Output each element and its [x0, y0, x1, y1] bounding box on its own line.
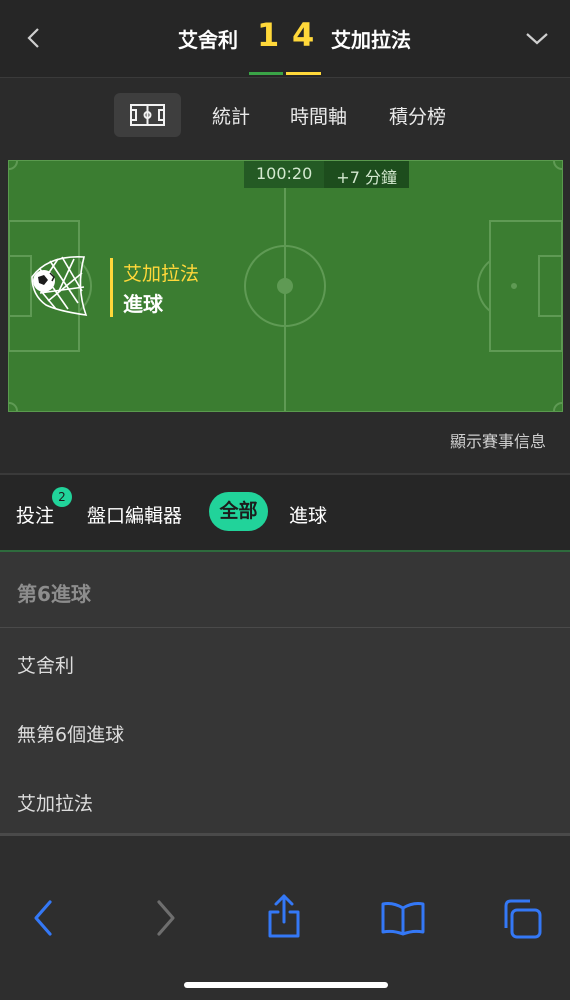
added-time: +7 分鐘 — [324, 161, 409, 188]
browser-back-icon[interactable] — [30, 898, 56, 938]
show-match-info-link[interactable]: 顯示賽事信息 — [450, 428, 546, 452]
match-tabs: 統計 時間軸 積分榜 — [0, 78, 570, 156]
away-score-indicator — [286, 72, 321, 75]
share-icon[interactable] — [266, 892, 302, 940]
browser-toolbar — [0, 836, 570, 1000]
market-divider — [0, 627, 570, 628]
back-chevron-icon[interactable] — [22, 26, 46, 50]
market-filters: 投注 2 盤口編輯器 全部 進球 — [0, 475, 570, 552]
goal-event-label: 進球 — [123, 292, 163, 316]
pitch-visualization — [8, 160, 563, 412]
tab-timeline[interactable]: 時間軸 — [290, 102, 347, 129]
market-title[interactable]: 第6進球 — [17, 578, 91, 607]
filter-bets[interactable]: 投注 — [16, 501, 54, 528]
bookmarks-icon[interactable] — [380, 900, 426, 936]
home-score: 1 — [257, 16, 280, 54]
pitch-icon — [130, 104, 165, 126]
outcome-home[interactable]: 艾舍利 — [17, 651, 74, 678]
tab-standings[interactable]: 積分榜 — [389, 102, 446, 129]
away-team-name: 艾加拉法 — [331, 28, 411, 52]
dropdown-chevron-icon[interactable] — [524, 26, 550, 50]
goal-event-bar — [110, 258, 113, 317]
goal-net-icon — [31, 256, 88, 316]
home-indicator — [184, 982, 388, 988]
pitch-lines — [9, 161, 562, 411]
match-header: 艾舍利 1 4 艾加拉法 — [0, 0, 570, 78]
market-next-goal: 第6進球 艾舍利 無第6個進球 艾加拉法 — [0, 552, 570, 835]
browser-forward-icon[interactable] — [153, 898, 179, 938]
outcome-no-goal[interactable]: 無第6個進球 — [17, 720, 124, 747]
home-score-indicator — [249, 72, 283, 75]
clock-time: 100:20 — [244, 161, 325, 188]
filter-market-editor[interactable]: 盤口編輯器 — [87, 501, 182, 528]
match-clock: 100:20 +7 分鐘 — [244, 161, 409, 188]
tab-stats[interactable]: 統計 — [212, 102, 250, 129]
outcome-away[interactable]: 艾加拉法 — [17, 789, 93, 816]
home-team-name: 艾舍利 — [178, 28, 238, 52]
bets-count-badge: 2 — [52, 487, 72, 507]
tabs-icon[interactable] — [500, 898, 544, 940]
filter-goals[interactable]: 進球 — [289, 501, 327, 528]
away-score: 4 — [292, 16, 315, 54]
goal-event-team: 艾加拉法 — [123, 263, 200, 285]
filter-all[interactable]: 全部 — [209, 492, 268, 531]
tab-pitch[interactable] — [114, 93, 181, 137]
